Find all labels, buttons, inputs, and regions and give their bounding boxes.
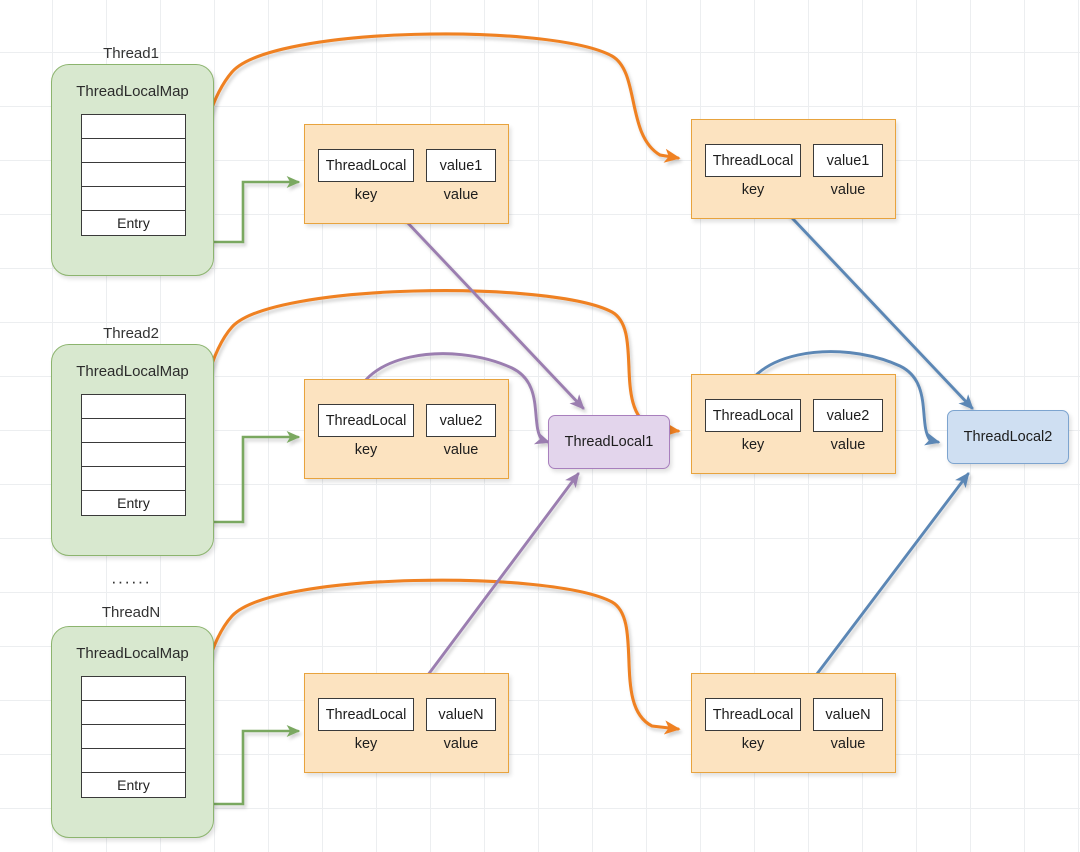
table-row[interactable] <box>82 163 185 187</box>
entry-key-cell[interactable]: ThreadLocal <box>705 399 801 432</box>
thread-label-2: Thread2 <box>103 325 159 342</box>
table-row[interactable] <box>82 749 185 773</box>
entry-key-cell[interactable]: ThreadLocal <box>318 149 414 182</box>
entry-box-left-2[interactable]: ThreadLocal value2 key value <box>304 379 509 479</box>
entry-value-cell[interactable]: value2 <box>813 399 883 432</box>
table-row-entry[interactable]: Entry <box>82 211 185 235</box>
thread-box-n[interactable]: ThreadLocalMap Entry <box>51 626 214 838</box>
table-row-entry[interactable]: Entry <box>82 773 185 797</box>
entry-value-cell[interactable]: value2 <box>426 404 496 437</box>
entry-key-label: key <box>741 736 765 752</box>
table-row[interactable] <box>82 467 185 491</box>
table-row[interactable] <box>82 725 185 749</box>
entry-box-right-1[interactable]: ThreadLocal value1 key value <box>691 119 896 219</box>
entry-key-cell[interactable]: ThreadLocal <box>705 144 801 177</box>
entry-box-left-n[interactable]: ThreadLocal valueN key value <box>304 673 509 773</box>
entry-value-label: value <box>443 442 479 458</box>
threadlocalmap-table-1: Entry <box>81 114 186 236</box>
table-row[interactable] <box>82 139 185 163</box>
threadlocalmap-title-n: ThreadLocalMap <box>76 645 189 662</box>
table-row[interactable] <box>82 677 185 701</box>
entry-key-label: key <box>354 442 378 458</box>
table-row-entry[interactable]: Entry <box>82 491 185 515</box>
entry-key-label: key <box>354 736 378 752</box>
entry-value-cell[interactable]: value1 <box>813 144 883 177</box>
diagram-canvas: Thread1 ThreadLocalMap Entry Thread2 Thr… <box>0 0 1080 852</box>
threadlocalmap-title-2: ThreadLocalMap <box>76 363 189 380</box>
entry-box-right-2[interactable]: ThreadLocal value2 key value <box>691 374 896 474</box>
entry-key-label: key <box>741 437 765 453</box>
entry-value-cell[interactable]: value1 <box>426 149 496 182</box>
table-row[interactable] <box>82 419 185 443</box>
entry-value-label: value <box>443 736 479 752</box>
entry-value-label: value <box>830 736 866 752</box>
entry-value-label: value <box>443 187 479 203</box>
entry-key-label: key <box>741 182 765 198</box>
entry-key-cell[interactable]: ThreadLocal <box>318 698 414 731</box>
table-row[interactable] <box>82 187 185 211</box>
thread-label-n: ThreadN <box>101 604 161 621</box>
entry-key-label: key <box>354 187 378 203</box>
entry-value-cell[interactable]: valueN <box>426 698 496 731</box>
table-row[interactable] <box>82 115 185 139</box>
entry-box-right-n[interactable]: ThreadLocal valueN key value <box>691 673 896 773</box>
entry-key-cell[interactable]: ThreadLocal <box>705 698 801 731</box>
entry-value-label: value <box>830 182 866 198</box>
entry-value-label: value <box>830 437 866 453</box>
table-row[interactable] <box>82 443 185 467</box>
threadlocalmap-table-n: Entry <box>81 676 186 798</box>
thread-label-1: Thread1 <box>103 45 159 62</box>
threadlocalmap-title-1: ThreadLocalMap <box>76 83 189 100</box>
thread-ellipsis: ······ <box>111 572 151 591</box>
node-threadlocal1[interactable]: ThreadLocal1 <box>548 415 670 469</box>
entry-key-cell[interactable]: ThreadLocal <box>318 404 414 437</box>
thread-box-1[interactable]: ThreadLocalMap Entry <box>51 64 214 276</box>
entry-box-left-1[interactable]: ThreadLocal value1 key value <box>304 124 509 224</box>
threadlocalmap-table-2: Entry <box>81 394 186 516</box>
node-threadlocal2[interactable]: ThreadLocal2 <box>947 410 1069 464</box>
entry-value-cell[interactable]: valueN <box>813 698 883 731</box>
table-row[interactable] <box>82 701 185 725</box>
thread-box-2[interactable]: ThreadLocalMap Entry <box>51 344 214 556</box>
table-row[interactable] <box>82 395 185 419</box>
